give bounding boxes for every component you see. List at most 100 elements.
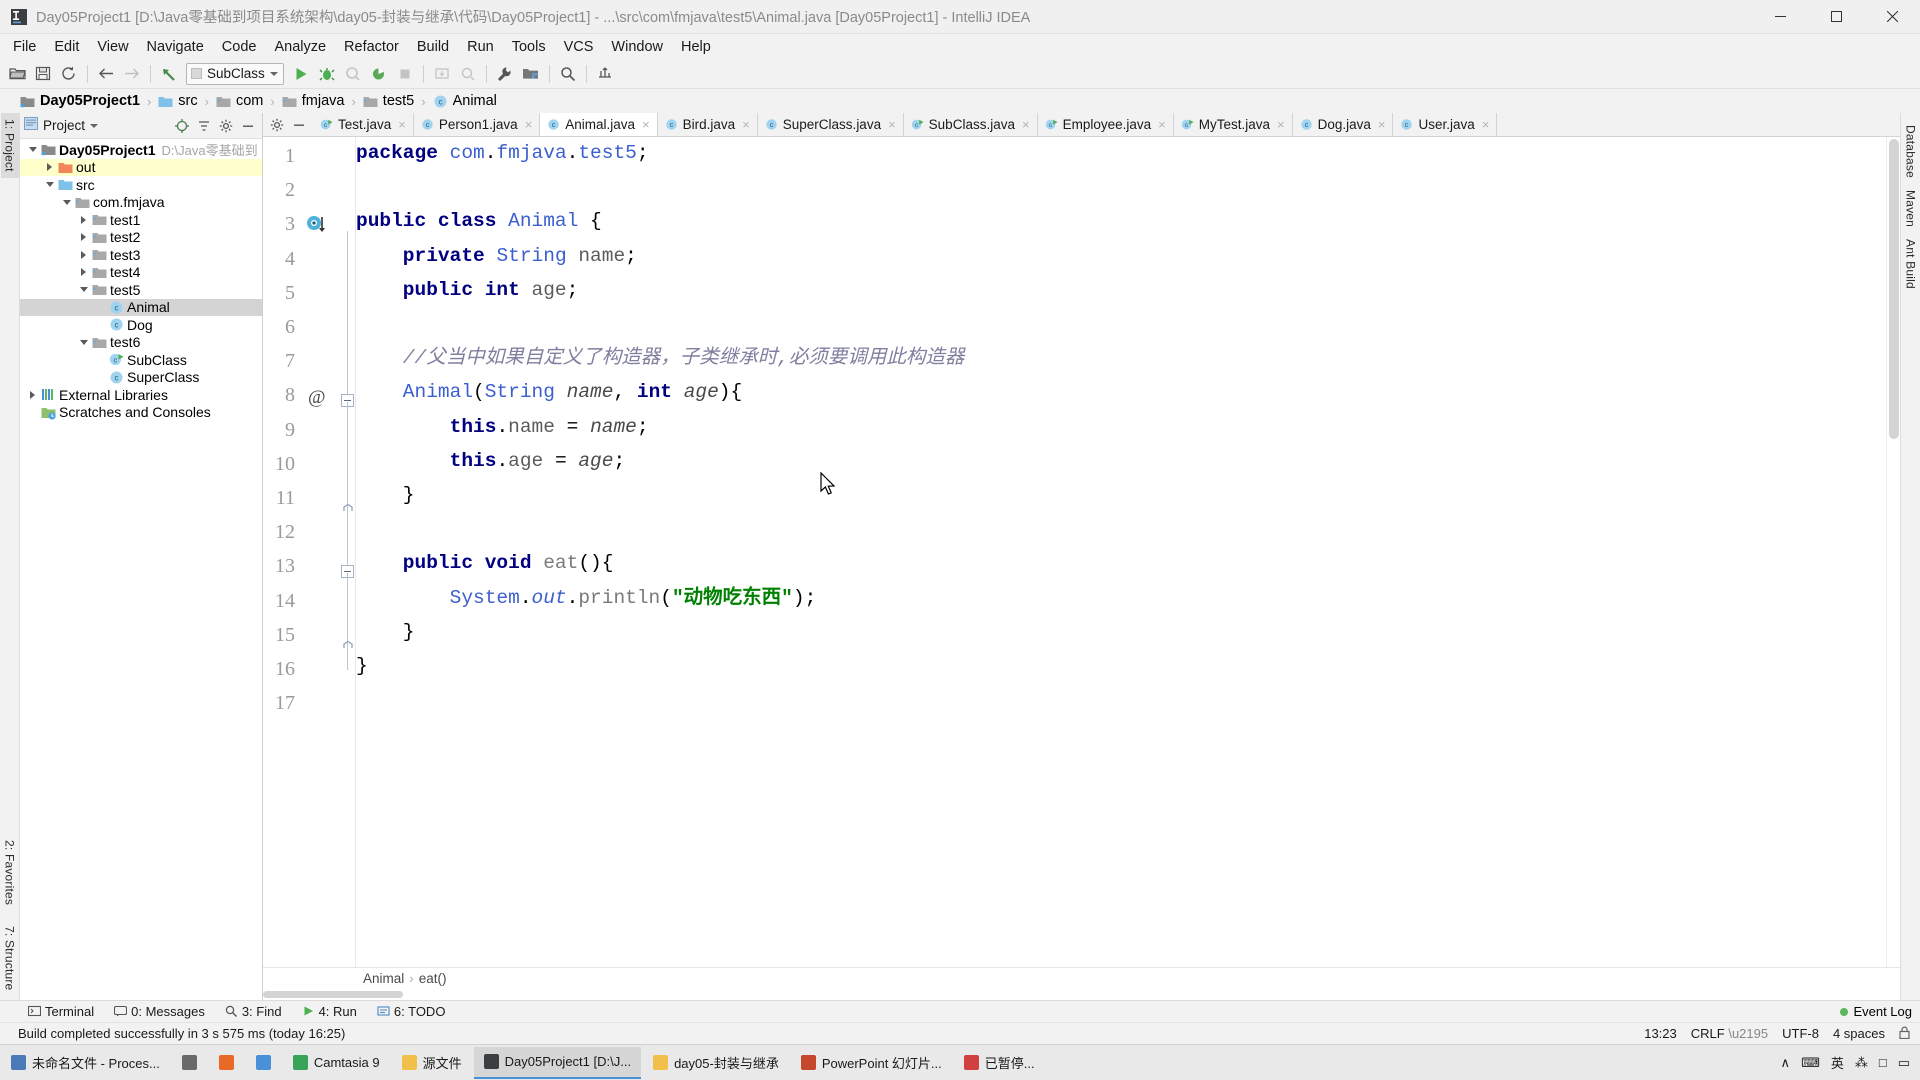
lock-icon[interactable] (1899, 1026, 1910, 1042)
target-icon[interactable] (172, 116, 192, 136)
tree-twisty-right[interactable] (77, 268, 90, 277)
taskbar-item-day05project1dj[interactable]: Day05Project1 [D:\J... (473, 1046, 642, 1079)
breadcrumb-item-test5[interactable]: test5 (361, 93, 416, 109)
menu-item-help[interactable]: Help (672, 36, 720, 58)
tree-twisty-right[interactable] (77, 233, 90, 242)
stop-icon[interactable] (392, 62, 418, 86)
menu-item-view[interactable]: View (88, 36, 137, 58)
menu-item-code[interactable]: Code (213, 36, 266, 58)
tree-node-scratches-and-consoles[interactable]: Scratches and Consoles (20, 404, 262, 422)
tree-node-subclass[interactable]: c SubClass (20, 351, 262, 369)
editor-tab-dog-java[interactable]: c Dog.java × (1292, 113, 1394, 136)
tree-node-test5[interactable]: test5 (20, 281, 262, 299)
taskbar-item-powerpoint幻灯片[interactable]: PowerPoint 幻灯片... (791, 1047, 952, 1079)
code-breadcrumb-item-animal[interactable]: Animal (363, 971, 404, 986)
code-breadcrumb-item-eat[interactable]: eat() (419, 971, 447, 986)
tray-icon-2[interactable]: 英 (1831, 1053, 1844, 1072)
tray-icon-3[interactable]: ⁂ (1855, 1055, 1868, 1071)
tree-node-test3[interactable]: test3 (20, 246, 262, 264)
close-icon[interactable]: × (398, 117, 406, 132)
taskbar-item-未命名文件proces[interactable]: 未命名文件 - Proces... (1, 1047, 170, 1079)
close-icon[interactable]: × (1277, 117, 1285, 132)
rail-tab-project[interactable]: 1: Project (0, 113, 19, 178)
taskbar-item-camtasia9[interactable]: Camtasia 9 (283, 1047, 390, 1079)
tree-node-src[interactable]: src (20, 176, 262, 194)
menu-item-window[interactable]: Window (602, 36, 672, 58)
tray-icon-1[interactable]: ⌨ (1801, 1055, 1820, 1071)
menu-item-edit[interactable]: Edit (45, 36, 88, 58)
editor-tab-person1-java[interactable]: c Person1.java × (413, 113, 541, 136)
editor-tab-subclass-java[interactable]: c SubClass.java × (903, 113, 1038, 136)
file-encoding[interactable]: UTF-8 (1782, 1026, 1819, 1041)
tree-twisty-right[interactable] (26, 390, 39, 399)
close-icon[interactable]: × (525, 117, 533, 132)
tree-node-test6[interactable]: test6 (20, 334, 262, 352)
breadcrumb-item-com[interactable]: com (214, 93, 265, 109)
tree-node-test4[interactable]: test4 (20, 264, 262, 282)
override-at-icon[interactable]: @ (306, 386, 328, 412)
tree-node-com-fmjava[interactable]: com.fmjava (20, 194, 262, 212)
tree-node-external-libraries[interactable]: External Libraries (20, 386, 262, 404)
fold-end-marker[interactable] (343, 636, 353, 648)
tree-node-animal[interactable]: c Animal (20, 298, 262, 316)
code-text-area[interactable]: package com.fmjava.test5; public class An… (355, 137, 1886, 967)
menu-item-analyze[interactable]: Analyze (265, 36, 335, 58)
toolwindow-terminal[interactable]: Terminal (18, 1001, 104, 1023)
toolwindow-0--messages[interactable]: 0: Messages (104, 1001, 215, 1023)
tree-twisty-down[interactable] (77, 339, 90, 345)
gear-icon[interactable] (267, 115, 287, 135)
editor-tab-bird-java[interactable]: c Bird.java × (657, 113, 758, 136)
close-icon[interactable]: × (1022, 117, 1030, 132)
close-icon[interactable]: × (1158, 117, 1166, 132)
tree-node-test2[interactable]: test2 (20, 229, 262, 247)
collapse-all-icon[interactable] (194, 116, 214, 136)
menu-item-file[interactable]: File (4, 36, 45, 58)
taskbar-item-源文件[interactable]: 源文件 (392, 1047, 472, 1079)
close-button[interactable] (1864, 0, 1920, 34)
close-icon[interactable]: × (888, 117, 896, 132)
caret-position[interactable]: 13:23 (1644, 1026, 1677, 1041)
tray-icon-5[interactable]: ▭ (1898, 1055, 1910, 1071)
menu-item-run[interactable]: Run (458, 36, 503, 58)
tree-node-dog[interactable]: c Dog (20, 316, 262, 334)
toolwindow-4--run[interactable]: 4: Run (292, 1001, 367, 1023)
hscrollbar-thumb[interactable] (263, 991, 403, 998)
rail-tab-database[interactable]: Database (1902, 119, 1920, 184)
run-configuration-selector[interactable]: SubClass (186, 62, 284, 85)
settings-wrench-icon[interactable] (492, 62, 518, 86)
breadcrumb-item-fmjava[interactable]: fmjava (280, 93, 347, 109)
tree-twisty-right[interactable] (43, 163, 56, 172)
tree-twisty-down[interactable] (26, 147, 39, 153)
rail-tab-favorites[interactable]: 2: Favorites (1, 834, 19, 911)
editor-tab-test-java[interactable]: c Test.java × (313, 113, 414, 136)
rail-tab-maven[interactable]: Maven (1902, 184, 1920, 233)
tree-twisty-down[interactable] (60, 199, 73, 205)
apply-icon[interactable] (592, 62, 618, 86)
tray-icon-0[interactable]: ∧ (1781, 1055, 1791, 1071)
editor-tab-mytest-java[interactable]: c MyTest.java × (1173, 113, 1293, 136)
menu-item-refactor[interactable]: Refactor (335, 36, 408, 58)
hide-icon[interactable] (289, 115, 309, 135)
close-icon[interactable]: × (1378, 117, 1386, 132)
forward-arrow-icon[interactable] (119, 62, 145, 86)
toolwindow-3--find[interactable]: 3: Find (215, 1001, 292, 1023)
line-separator[interactable]: CRLF \u2195 (1691, 1026, 1768, 1041)
tray-icon-4[interactable]: □ (1879, 1055, 1887, 1070)
taskbar-item-search-icon[interactable] (172, 1047, 207, 1079)
open-folder-icon[interactable] (4, 62, 30, 86)
commit-icon[interactable] (455, 62, 481, 86)
menu-item-navigate[interactable]: Navigate (138, 36, 213, 58)
tree-node-superclass[interactable]: c SuperClass (20, 369, 262, 387)
taskbar-item-已暂停[interactable]: 已暂停... (954, 1047, 1045, 1079)
close-icon[interactable]: × (742, 117, 750, 132)
event-log-area[interactable]: Event Log (1840, 1004, 1920, 1019)
tree-twisty-right[interactable] (77, 215, 90, 224)
editor-tab-user-java[interactable]: c User.java × (1393, 113, 1498, 136)
menu-item-vcs[interactable]: VCS (555, 36, 603, 58)
run-icon[interactable] (288, 62, 314, 86)
indent-setting[interactable]: 4 spaces (1833, 1026, 1885, 1041)
scrollbar-thumb[interactable] (1889, 139, 1899, 439)
minimize-button[interactable] (1752, 0, 1808, 34)
search-icon[interactable] (555, 62, 581, 86)
menu-item-build[interactable]: Build (408, 36, 458, 58)
